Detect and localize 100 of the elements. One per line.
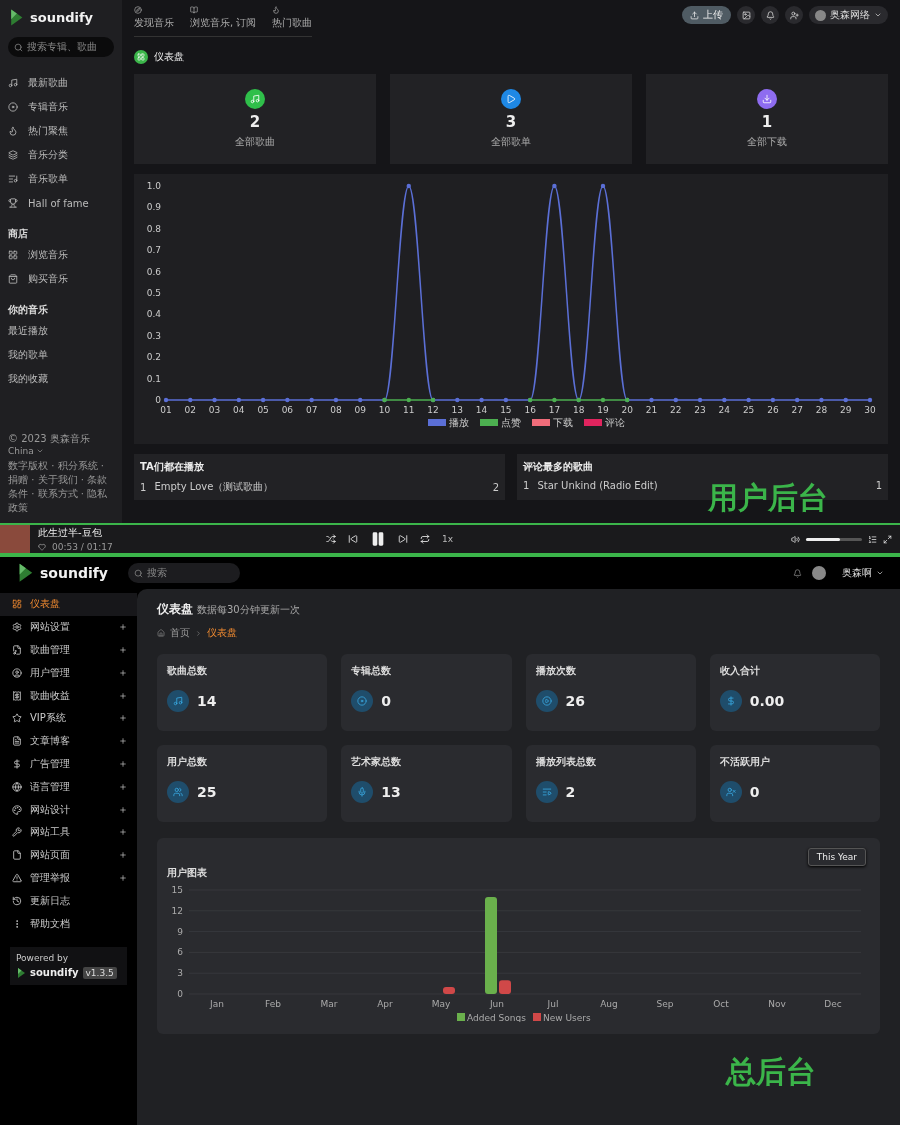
sidebar-item[interactable]: 热门聚焦: [8, 121, 114, 142]
plus-icon[interactable]: [119, 737, 127, 746]
stat-label: 播放次数: [535, 664, 577, 678]
user-menu[interactable]: 奥森啊: [836, 564, 890, 582]
sidebar-item[interactable]: 用户管理: [0, 661, 137, 685]
sidebar-item[interactable]: 最新歌曲: [8, 73, 114, 94]
queue-icon[interactable]: [868, 534, 877, 544]
sidebar-item[interactable]: 音乐分类: [8, 145, 114, 166]
search-field[interactable]: 搜索专辑、歌曲: [8, 37, 114, 58]
axis-label: 16: [524, 405, 536, 415]
axis-label: 17: [548, 405, 561, 415]
volume-icon[interactable]: [791, 534, 800, 544]
nav-link[interactable]: 热门歌曲: [272, 6, 313, 30]
axis-label: Aug: [600, 999, 618, 1009]
previous-icon[interactable]: [348, 534, 358, 544]
sidebar-item[interactable]: 管理举报: [0, 866, 137, 890]
sidebar-item[interactable]: 网站设置: [0, 615, 137, 639]
plus-icon[interactable]: [119, 623, 127, 632]
avatar[interactable]: [812, 566, 826, 580]
stat-value: 2: [249, 113, 261, 131]
sidebar-item[interactable]: VIP系统: [0, 707, 137, 730]
sidebar-item[interactable]: 专辑音乐: [8, 97, 114, 118]
plus-icon[interactable]: [119, 828, 127, 837]
song-link[interactable]: Star Unkind (Radio Edit): [537, 480, 658, 491]
song-link[interactable]: Empty Love（测试歌曲）: [154, 480, 274, 494]
heart-icon[interactable]: [38, 543, 46, 551]
axis-label: 26: [767, 405, 779, 415]
sidebar-item[interactable]: 我的歌单: [8, 345, 114, 366]
play-icon: [535, 690, 558, 712]
breadcrumb-link[interactable]: 首页: [170, 626, 190, 640]
sidebar-item[interactable]: 购买音乐: [8, 269, 114, 290]
section-title: 你的音乐: [8, 303, 49, 318]
sidebar-item[interactable]: 文章博客: [0, 729, 137, 753]
axis-label: 08: [330, 405, 342, 415]
axis-label: 10: [378, 405, 391, 415]
volume-slider[interactable]: [806, 537, 862, 541]
axis-label: 04: [233, 405, 245, 415]
plus-icon[interactable]: [119, 873, 127, 882]
sidebar-item[interactable]: 语言管理: [0, 775, 137, 799]
sidebar-item[interactable]: Hall of fame: [8, 193, 114, 214]
shuffle-icon[interactable]: [326, 534, 336, 544]
sidebar-item[interactable]: 广告管理: [0, 752, 137, 776]
nav-link[interactable]: 发现音乐: [134, 6, 174, 30]
axis-label: 3: [177, 968, 183, 979]
plus-icon[interactable]: [119, 851, 127, 860]
footer-links: 数字版权 · 积分系统 · 捐赠 · 关于我们 · 条款条件 · 联系方式 · 隐私政策: [8, 459, 109, 515]
plus-icon[interactable]: [119, 782, 127, 791]
nav-link[interactable]: 浏览音乐, 订阅: [190, 6, 257, 30]
plus-icon[interactable]: [119, 691, 127, 700]
plus-icon[interactable]: [119, 714, 127, 723]
sidebar-item[interactable]: 歌曲管理: [0, 638, 137, 662]
range-button[interactable]: This Year: [807, 848, 866, 866]
chevron-down-icon: [874, 11, 882, 19]
music-note-icon: [8, 78, 18, 89]
region-selector[interactable]: China: [8, 446, 44, 456]
sidebar-item[interactable]: 网站页面: [0, 843, 137, 867]
home-icon[interactable]: [157, 629, 165, 637]
sidebar-item[interactable]: 更新日志: [0, 889, 137, 913]
plus-icon[interactable]: [119, 668, 127, 677]
plus-icon[interactable]: [119, 646, 127, 654]
stat-label: 全部歌单: [491, 135, 531, 149]
sidebar-item[interactable]: 帮助文档: [0, 912, 137, 935]
sidebar-item[interactable]: 最近播放: [8, 321, 114, 342]
axis-label: 12: [427, 405, 439, 415]
users-icon: [167, 781, 189, 803]
fullscreen-icon[interactable]: [883, 534, 892, 544]
axis-label: 0.4: [146, 309, 161, 320]
search-field[interactable]: 搜索: [127, 563, 240, 583]
plus-icon[interactable]: [119, 759, 127, 768]
sidebar-item[interactable]: 浏览音乐: [8, 245, 114, 266]
sidebar-item[interactable]: 仪表盘: [0, 593, 137, 616]
image-button[interactable]: [737, 6, 755, 24]
wrench-icon: [12, 827, 22, 838]
sidebar-item[interactable]: 我的收藏: [8, 369, 114, 390]
notification-button[interactable]: [761, 6, 779, 24]
sidebar-item[interactable]: 歌曲收益: [0, 684, 137, 707]
stat-label: 歌曲总数: [167, 664, 208, 678]
disc-icon: [8, 102, 18, 113]
sidebar-item[interactable]: 音乐歌单: [8, 169, 114, 190]
add-user-button[interactable]: [785, 6, 803, 24]
pause-icon[interactable]: [370, 531, 386, 547]
plus-icon[interactable]: [119, 805, 127, 814]
upload-button[interactable]: 上传: [682, 6, 731, 24]
axis-label: Jul: [547, 999, 559, 1009]
axis-label: Jan: [210, 999, 224, 1009]
user-menu[interactable]: 奥森网络: [809, 6, 888, 24]
sidebar-item[interactable]: 网站工具: [0, 820, 137, 844]
sidebar-item[interactable]: 网站设计: [0, 798, 137, 821]
dashboard-icon: [12, 599, 22, 610]
axis-label: 15: [171, 885, 183, 895]
axis-label: May: [431, 999, 451, 1009]
axis-label: 18: [572, 405, 585, 415]
axis-label: 20: [621, 405, 633, 415]
repeat-icon[interactable]: [420, 534, 430, 544]
next-icon[interactable]: [398, 534, 408, 544]
axis-label: 21: [645, 405, 658, 415]
dollar-icon: [12, 758, 22, 769]
speed-button[interactable]: 1x: [442, 534, 454, 544]
axis-label: 6: [177, 947, 183, 958]
bell-icon[interactable]: [793, 568, 802, 578]
